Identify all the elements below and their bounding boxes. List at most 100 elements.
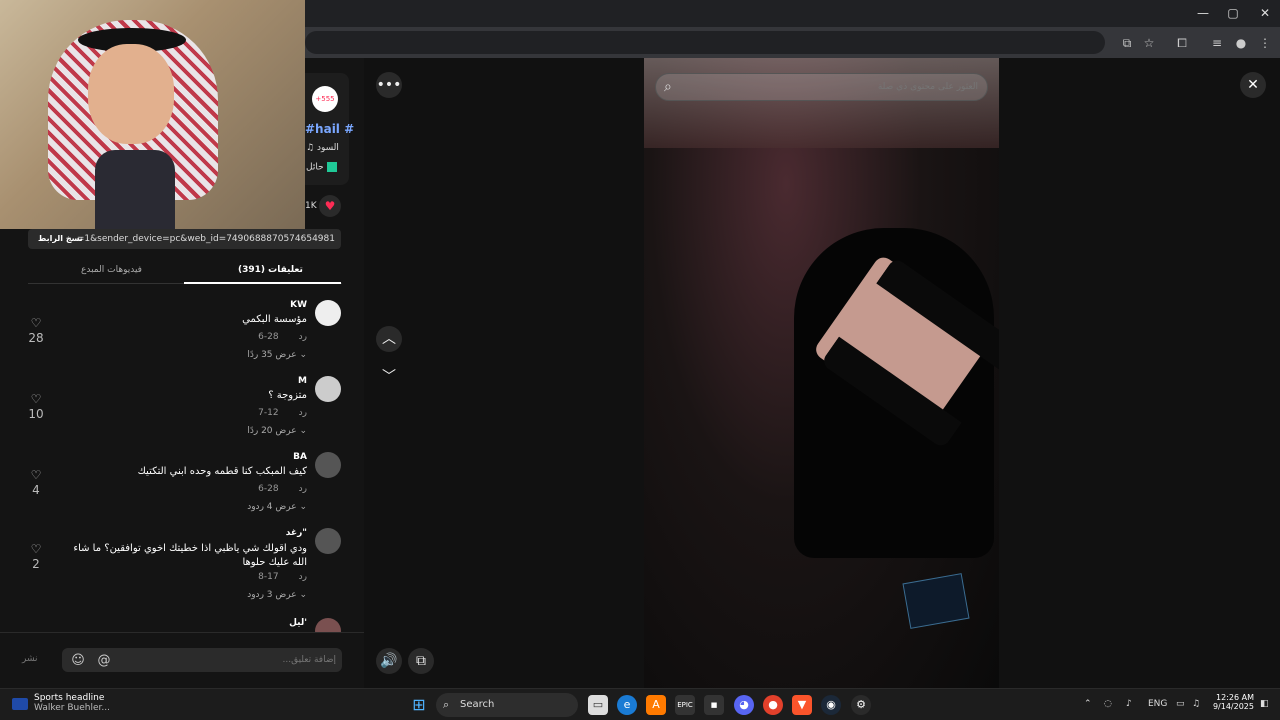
- profile-icon[interactable]: ●: [1232, 34, 1250, 52]
- notification-icon[interactable]: ◧: [1260, 699, 1269, 709]
- search-icon: ⌕: [443, 698, 450, 711]
- comment-date: 6-28: [258, 484, 279, 494]
- copy-link-button[interactable]: نسخ الرابط: [30, 229, 91, 249]
- steam-icon[interactable]: ◉: [821, 695, 841, 715]
- menu-icon[interactable]: ⋮: [1256, 34, 1274, 52]
- video-player[interactable]: [644, 58, 999, 688]
- music-label[interactable]: ♫ السود: [306, 143, 339, 153]
- taskbar-search-label: Search: [460, 699, 495, 710]
- chevron-up-icon[interactable]: ⌃: [1084, 699, 1092, 709]
- discord-icon[interactable]: ◕: [734, 695, 754, 715]
- mic-icon[interactable]: ♪: [1126, 699, 1132, 709]
- related-search-input[interactable]: [698, 74, 978, 100]
- comment-author[interactable]: BA: [293, 452, 307, 462]
- emoji-icon[interactable]: ☺: [70, 653, 86, 669]
- comment-author[interactable]: ليل': [289, 618, 307, 628]
- reply-button[interactable]: رد: [299, 408, 307, 418]
- comment-author[interactable]: رغد": [286, 528, 307, 538]
- heart-icon[interactable]: ♥: [319, 195, 341, 217]
- comment-input[interactable]: [122, 648, 336, 672]
- comment-text: كيف المبكب كنا قطمه وحده ابني التكتيك: [137, 466, 307, 477]
- reply-button[interactable]: رد: [299, 484, 307, 494]
- comment-text: ودي اقولك شي ياظبي اذا خطيتك اخوي توافقي…: [73, 543, 307, 568]
- tab-creator-videos[interactable]: فيديوهات المبدع: [81, 265, 142, 275]
- view-replies-button[interactable]: عرض 3 ردود ⌄: [247, 590, 307, 600]
- comment-meta: 6-28 رد: [258, 484, 307, 494]
- avatar[interactable]: [315, 452, 341, 478]
- heart-icon[interactable]: ♡: [28, 468, 44, 482]
- creator-avatar[interactable]: +555: [312, 86, 338, 112]
- close-icon[interactable]: ✕: [1240, 72, 1266, 98]
- xbox-app-icon[interactable]: ■: [704, 695, 724, 715]
- share-link-text: ...=1&sender_device=pc&web_id=7490688870…: [68, 234, 335, 244]
- heart-icon[interactable]: ♡: [28, 542, 44, 556]
- view-replies-button[interactable]: عرض 4 ردود ⌄: [247, 502, 307, 512]
- reply-button[interactable]: رد: [299, 332, 307, 342]
- news-icon: [12, 698, 28, 710]
- video-like-count: 1K: [305, 201, 317, 211]
- like-count: 4: [32, 483, 40, 497]
- post-button[interactable]: نشر: [22, 654, 38, 664]
- like-count: 10: [28, 407, 44, 421]
- wifi-icon[interactable]: ▭: [1176, 699, 1185, 709]
- address-bar[interactable]: [305, 31, 1105, 54]
- webcam-overlay: [0, 0, 305, 229]
- location-label[interactable]: حائل: [306, 162, 337, 173]
- comment-text: مؤسسة البكمي: [242, 314, 307, 325]
- start-icon[interactable]: ⊞: [409, 695, 429, 715]
- volume-icon[interactable]: ♫: [1192, 699, 1200, 709]
- comment-meta: 8-17 رد: [258, 572, 307, 582]
- heart-icon[interactable]: ♡: [28, 316, 44, 330]
- window-close-button[interactable]: ✕: [1250, 4, 1280, 22]
- view-replies-button[interactable]: عرض 20 ردًا ⌄: [247, 426, 307, 436]
- taskbar-clock[interactable]: 12:26 AM 9/14/2025: [1212, 693, 1254, 711]
- comment-date: 8-17: [258, 572, 279, 582]
- mention-icon[interactable]: @: [96, 653, 112, 669]
- miniplayer-icon[interactable]: ⧉: [408, 648, 434, 674]
- face: [88, 44, 174, 144]
- epic-games-icon[interactable]: EPIC: [675, 695, 695, 715]
- reply-button[interactable]: رد: [299, 572, 307, 582]
- comment-meta: 6-28 رد: [258, 332, 307, 342]
- search-icon[interactable]: ⌕: [664, 79, 672, 95]
- file-explorer-icon[interactable]: ▭: [588, 695, 608, 715]
- language-indicator[interactable]: ENG: [1148, 699, 1167, 709]
- more-options-icon[interactable]: •••: [376, 72, 402, 98]
- like-count: 2: [32, 557, 40, 571]
- avatar[interactable]: [315, 376, 341, 402]
- tab-comments[interactable]: (391) تعليقات: [238, 265, 303, 275]
- clock-date: 9/14/2025: [1212, 702, 1254, 711]
- hashtag-link[interactable]: #hail #: [305, 122, 354, 136]
- comment-text: متزوجة ؟: [268, 390, 307, 401]
- news-widget[interactable]: Sports headline Walker Buehler...: [12, 693, 110, 713]
- taskbar-search[interactable]: ⌕ Search: [436, 693, 578, 717]
- comment-author[interactable]: KW: [290, 300, 307, 310]
- network-icon[interactable]: ◌: [1104, 699, 1112, 709]
- chevron-up-icon[interactable]: ︿: [376, 326, 402, 352]
- heart-icon[interactable]: ♡: [28, 392, 44, 406]
- comments-tabs: (391) تعليقات فيديوهات المبدع: [28, 262, 342, 284]
- install-icon[interactable]: ⧉: [1118, 34, 1136, 52]
- windows-taskbar: Sports headline Walker Buehler... ⊞ ⌕ Sea…: [0, 688, 1280, 720]
- chevron-down-icon[interactable]: ﹀: [376, 364, 402, 390]
- location-icon: [326, 162, 337, 172]
- chrome-icon[interactable]: ●: [763, 695, 783, 715]
- brave-icon[interactable]: ▼: [792, 695, 812, 715]
- window-maximize-button[interactable]: ▢: [1218, 4, 1248, 22]
- avatar[interactable]: [315, 300, 341, 326]
- media-icon[interactable]: ≡: [1208, 34, 1226, 52]
- app-a-icon[interactable]: A: [646, 695, 666, 715]
- comment-meta: 7-12 رد: [258, 408, 307, 418]
- related-search-bar: [655, 73, 988, 101]
- extensions-icon[interactable]: ⧠: [1173, 34, 1191, 52]
- location-text: حائل: [306, 162, 324, 173]
- comment-date: 6-28: [258, 332, 279, 342]
- window-minimize-button[interactable]: —: [1188, 4, 1218, 22]
- settings-icon[interactable]: ⚙: [851, 695, 871, 715]
- comment-author[interactable]: M: [298, 376, 307, 386]
- avatar[interactable]: [315, 528, 341, 554]
- view-replies-button[interactable]: عرض 35 ردًا ⌄: [247, 350, 307, 360]
- star-icon[interactable]: ☆: [1140, 34, 1158, 52]
- edge-icon[interactable]: e: [617, 695, 637, 715]
- volume-icon[interactable]: 🔊: [376, 648, 402, 674]
